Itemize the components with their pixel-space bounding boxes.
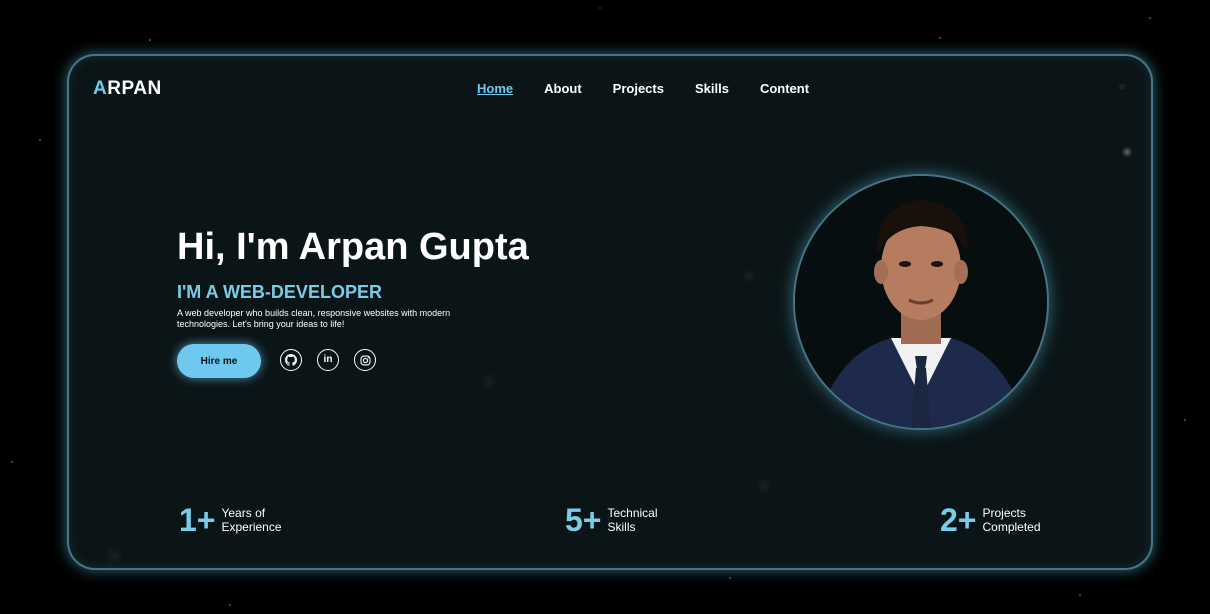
logo-accent-letter: A [93, 78, 108, 99]
stat-label: Technical Skills [607, 506, 657, 534]
stat-number: 2+ [940, 502, 977, 538]
stat-label-line1: Projects [982, 506, 1026, 520]
page: ARPAN Home About Projects Skills Content… [0, 0, 1210, 614]
stat-label-line2: Skills [607, 520, 636, 534]
stat-experience: 1+ Years of Experience [179, 504, 282, 536]
nav-about[interactable]: About [544, 81, 582, 96]
menu-dot-icon[interactable] [1119, 84, 1125, 90]
profile-avatar [795, 176, 1047, 428]
github-icon [285, 354, 297, 366]
github-link[interactable] [280, 349, 302, 371]
stat-number: 5+ [565, 502, 602, 538]
hire-me-button[interactable]: Hire me [177, 344, 261, 378]
hero-role: I'M A WEB-DEVELOPER [177, 282, 382, 302]
stat-label-line1: Technical [607, 506, 658, 520]
stat-label: Projects Completed [982, 506, 1040, 534]
nav-home[interactable]: Home [477, 81, 513, 96]
hero-description: A web developer who builds clean, respon… [177, 308, 451, 329]
logo[interactable]: ARPAN [93, 78, 162, 100]
stat-skills: 5+ Technical Skills [565, 504, 658, 536]
hero-title: Hi, I'm Arpan Gupta [177, 226, 529, 268]
nav-skills[interactable]: Skills [695, 81, 729, 96]
nav-projects[interactable]: Projects [613, 81, 664, 96]
main-nav: Home About Projects Skills Content [477, 81, 809, 96]
stat-label: Years of Experience [221, 506, 281, 534]
linkedin-link[interactable]: in [317, 349, 339, 371]
instagram-link[interactable] [354, 349, 376, 371]
hero-card: ARPAN Home About Projects Skills Content… [67, 54, 1153, 570]
nav-content[interactable]: Content [760, 81, 809, 96]
linkedin-icon: in [323, 354, 333, 365]
stat-number: 1+ [179, 502, 216, 538]
social-links: in [280, 349, 376, 371]
stat-label-line1: Years of [221, 506, 266, 520]
stat-label-line2: Completed [982, 520, 1041, 534]
stat-projects: 2+ Projects Completed [940, 504, 1041, 536]
profile-photo [793, 174, 1049, 430]
stat-label-line2: Experience [221, 520, 282, 534]
logo-text: RPAN [107, 78, 162, 99]
instagram-icon [359, 354, 371, 366]
